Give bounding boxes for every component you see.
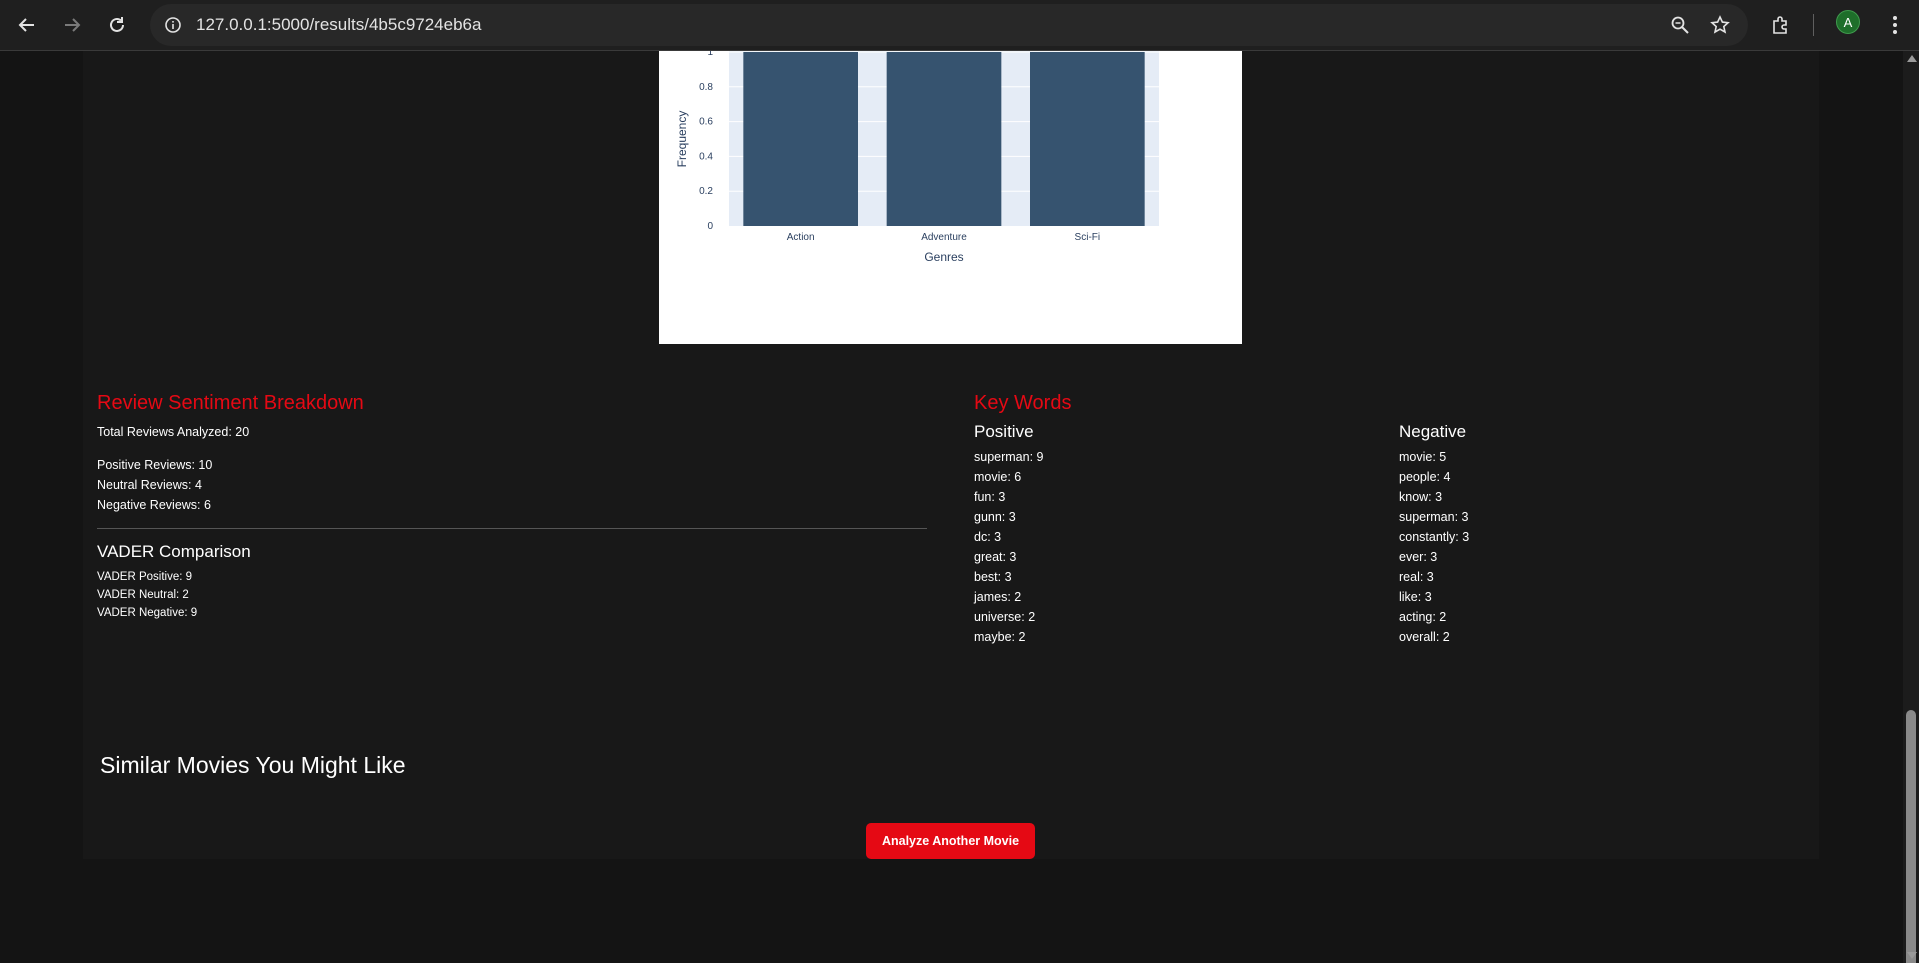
y-tick-label: 1 [707,51,713,58]
negative-keyword-item: real: 3 [1399,570,1434,584]
arrow-right-icon [65,18,81,32]
browser-toolbar: 127.0.0.1:5000/results/4b5c9724eb6a A [0,0,1919,51]
positive-keyword-item: great: 3 [974,550,1017,564]
keywords-title: Key Words [974,392,1072,414]
neutral-reviews: Neutral Reviews: 4 [97,478,202,492]
chart-svg: 0 0.2 0.4 0.6 0.8 1 Action Adventure Sci-Fi Genre… [675,51,1159,264]
y-tick-label: 0.2 [699,186,713,197]
positive-reviews: Positive Reviews: 10 [97,458,213,472]
positive-keyword-item: maybe: 2 [974,630,1026,644]
x-tick-label: Sci-Fi [1075,232,1101,243]
toolbar-divider [1813,14,1814,36]
positive-keyword-item: superman: 9 [974,450,1044,464]
sentiment-title: Review Sentiment Breakdown [97,392,364,414]
negative-keyword-item: know: 3 [1399,490,1443,504]
bar [743,52,858,226]
analyze-another-movie-button[interactable]: Analyze Another Movie [866,823,1035,859]
negative-keyword-item: people: 4 [1399,470,1451,484]
profile-avatar[interactable]: A [1836,10,1860,34]
negative-keywords-title: Negative [1399,422,1467,441]
reload-icon [110,17,124,32]
address-bar[interactable]: 127.0.0.1:5000/results/4b5c9724eb6a [150,4,1748,46]
menu-kebab-icon[interactable] [1878,8,1912,42]
reload-button[interactable] [100,8,134,42]
positive-keywords-title: Positive [974,422,1034,441]
bar [1030,52,1145,226]
positive-keyword-item: james: 2 [974,590,1022,604]
section-divider [97,528,927,529]
scroll-down-arrow-icon[interactable] [1907,952,1917,959]
similar-movies-title: Similar Movies You Might Like [100,752,406,778]
page-scrollbar[interactable] [1903,51,1919,963]
genre-bar-chart: 0 0.2 0.4 0.6 0.8 1 Action Adventure Sci-Fi Genre… [659,51,1242,344]
x-tick-label: Adventure [921,232,967,243]
positive-keyword-item: dc: 3 [974,530,1002,544]
positive-keyword-item: universe: 2 [974,610,1036,624]
arrow-left-icon [18,18,34,32]
forward-button[interactable] [55,8,89,42]
y-tick-label: 0.8 [699,82,713,93]
extensions-puzzle-icon[interactable] [1764,8,1798,42]
positive-keywords-list: superman: 9 movie: 6 fun: 3 gunn: 3 dc: 3 gre… [974,447,1043,647]
negative-keyword-item: ever: 3 [1399,550,1438,564]
url-text[interactable]: 127.0.0.1:5000/results/4b5c9724eb6a [196,15,481,35]
zoom-icon[interactable] [1667,12,1693,38]
scrollbar-thumb[interactable] [1906,710,1916,963]
back-button[interactable] [10,8,44,42]
vader-title: VADER Comparison [97,542,251,561]
total-reviews: Total Reviews Analyzed: 20 [97,425,250,439]
x-axis-label: Genres [924,250,963,264]
negative-keyword-item: like: 3 [1399,590,1432,604]
negative-reviews: Negative Reviews: 6 [97,498,211,512]
y-tick-label: 0.6 [699,117,713,128]
positive-keyword-item: fun: 3 [974,490,1006,504]
vader-positive: VADER Positive: 9 [97,571,193,583]
positive-keyword-item: movie: 6 [974,470,1022,484]
positive-keyword-item: gunn: 3 [974,510,1016,524]
negative-keyword-item: movie: 5 [1399,450,1447,464]
negative-keyword-item: acting: 2 [1399,610,1447,624]
negative-keyword-item: overall: 2 [1399,630,1450,644]
bookmark-star-icon[interactable] [1707,12,1733,38]
negative-keyword-item: constantly: 3 [1399,530,1470,544]
vader-negative: VADER Negative: 9 [97,607,198,619]
y-tick-label: 0.4 [699,151,713,162]
vader-neutral: VADER Neutral: 2 [97,589,189,601]
scroll-up-arrow-icon[interactable] [1907,55,1917,62]
bar [886,52,1002,226]
negative-keyword-item: superman: 3 [1399,510,1469,524]
site-info-icon[interactable] [160,12,186,38]
x-tick-label: Action [787,232,815,243]
negative-keywords-list: movie: 5 people: 4 know: 3 superman: 3 const… [1399,447,1469,647]
y-axis-label: Frequency [675,111,689,168]
y-tick-label: 0 [707,221,713,232]
positive-keyword-item: best: 3 [974,570,1012,584]
